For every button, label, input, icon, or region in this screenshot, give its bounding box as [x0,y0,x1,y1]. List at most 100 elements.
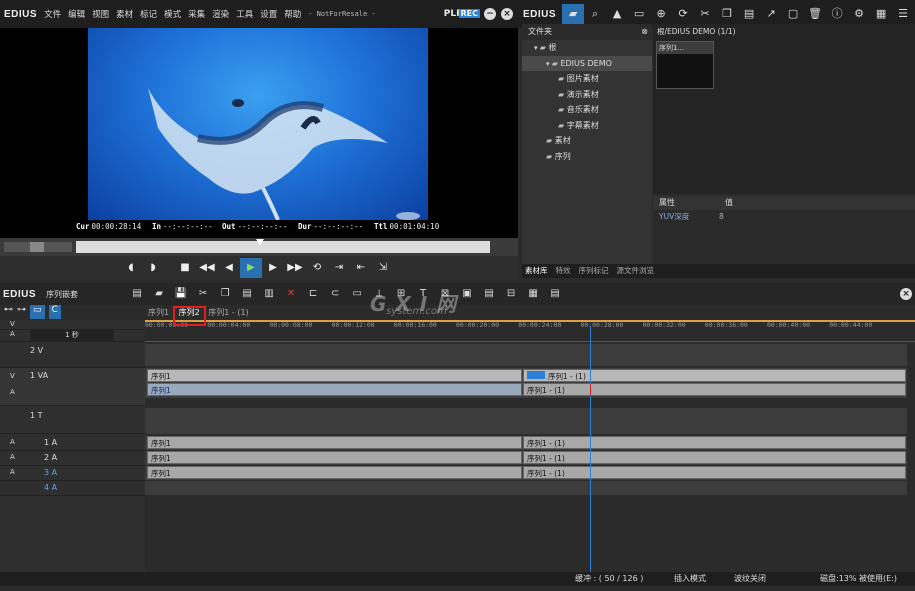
delete-icon[interactable]: 🗑 [804,4,826,24]
va-video-clip-left[interactable]: 序列1 [147,369,522,382]
link-icon[interactable]: ⊂ [324,285,346,303]
export-icon[interactable]: ⇲ [372,258,394,278]
set-out-icon[interactable]: ◗ [142,258,164,278]
marker-icon[interactable]: ▤ [478,285,500,303]
search-icon[interactable]: ⌕ [584,4,606,24]
menu-tools[interactable]: 工具 [236,8,253,20]
open-folder-icon[interactable]: ▭ [628,4,650,24]
playhead[interactable] [590,326,591,572]
menu-view[interactable]: 视图 [92,8,109,20]
tab-sequence1[interactable]: 序列1 [148,308,169,317]
track-t1[interactable] [145,408,907,434]
track-a2[interactable]: 序列1 序列1 - (1) [145,451,907,465]
sequence-clip-thumb[interactable]: 序列1... [656,41,714,89]
folder-item[interactable]: ▰ 序列 [522,149,652,165]
sync-icon[interactable]: ⊟ [500,285,522,303]
a1-clip-left[interactable]: 序列1 [147,436,522,449]
refresh-icon[interactable]: ⟳ [672,4,694,24]
tab-sequence1-1[interactable]: 序列1 - (1) [208,308,248,317]
menu-render[interactable]: 渲染 [212,8,229,20]
folder-item[interactable]: ▾ ▰ 根 [522,40,652,56]
fast-forward-icon[interactable]: ▶▶ [284,258,306,278]
va-audio-clip-right[interactable]: 序列1 - (1) [523,383,906,396]
a3-clip-right[interactable]: 序列1 - (1) [523,466,906,479]
open-project-icon[interactable]: ▰ [148,285,170,303]
menu-mode[interactable]: 模式 [164,8,181,20]
render-icon[interactable]: ▣ [456,285,478,303]
delete-x-icon[interactable]: ✕ [280,285,302,303]
new-sequence-icon[interactable]: ▤ [126,285,148,303]
insert-icon[interactable]: ⇥ [328,258,350,278]
track-a4[interactable] [145,481,907,495]
mode-b-icon[interactable]: ⊶ [17,305,26,319]
va-audio-clip-left[interactable]: 序列1 [147,383,522,396]
copy-icon[interactable]: ❐ [716,4,738,24]
a2-clip-right[interactable]: 序列1 - (1) [523,451,906,464]
minimize-icon[interactable]: − [484,8,496,20]
a2-clip-left[interactable]: 序列1 [147,451,522,464]
add-clip-icon[interactable]: ⊕ [650,4,672,24]
position-bar[interactable] [76,241,490,253]
va-video-clip-right[interactable]: 序列1 - (1) [523,369,906,382]
menu-file[interactable]: 文件 [44,8,61,20]
menu-help[interactable]: 帮助 [284,8,301,20]
send-icon[interactable]: ↗ [760,4,782,24]
folder-item[interactable]: ▾ ▰ EDIUS DEMO [522,55,652,71]
close-folder-icon[interactable]: ⊗ [641,24,648,40]
tab-source-browser[interactable]: 源文件浏览 [617,264,655,278]
save-icon[interactable]: 💾 [170,285,192,303]
insert-mode-status[interactable]: 插入模式 [674,572,706,586]
close-icon[interactable]: × [501,8,513,20]
player-icon[interactable]: ▢ [782,4,804,24]
ripple-status[interactable]: 波纹关闭 [734,572,766,586]
view-mode-icon[interactable]: ▦ [870,4,892,24]
menu-capture[interactable]: 采集 [188,8,205,20]
paste-attr-icon[interactable]: ▥ [258,285,280,303]
play-icon[interactable]: ▶ [240,258,262,278]
mode-a-icon[interactable]: ⊷ [4,305,13,319]
timeline-scale-select[interactable]: 1 秒 [30,330,114,341]
track-a1[interactable]: 序列1 序列1 - (1) [145,436,907,450]
timeline-close-icon[interactable]: × [900,288,912,300]
track-a3[interactable]: 序列1 序列1 - (1) [145,466,907,480]
up-icon[interactable]: ▲ [606,4,628,24]
menu-settings[interactable]: 设置 [260,8,277,20]
bin-menu-icon[interactable]: ☰ [892,4,914,24]
tab-sequence-markers[interactable]: 序列标记 [579,264,609,278]
loop-icon[interactable]: ⟲ [306,258,328,278]
rewind-icon[interactable]: ◀◀ [196,258,218,278]
bin-settings-icon[interactable]: ⚙ [848,4,870,24]
stop-icon[interactable]: ■ [174,258,196,278]
scrub-bar[interactable] [0,238,518,256]
position-marker-icon[interactable] [256,239,264,245]
set-in-icon[interactable]: ◖ [120,258,142,278]
tab-effects[interactable]: 特效 [556,264,571,278]
folder-item[interactable]: ▰ 演示素材 [522,87,652,103]
shuttle-knob[interactable] [30,242,44,252]
folder-item[interactable]: ▰ 素材 [522,133,652,149]
group-icon[interactable]: ▭ [346,285,368,303]
settings-timeline-icon[interactable]: ▤ [544,285,566,303]
track-v2[interactable] [145,344,907,366]
properties-icon[interactable]: ⓘ [826,4,848,24]
timeline-paste-icon[interactable]: ▤ [236,285,258,303]
menu-marker[interactable]: 标记 [140,8,157,20]
mode-c-icon[interactable]: ▭ [30,305,45,319]
folder-icon[interactable]: ▰ [562,4,585,24]
menu-clip[interactable]: 素材 [116,8,133,20]
menu-edit[interactable]: 编辑 [68,8,85,20]
paste-icon[interactable]: ▤ [738,4,760,24]
a1-clip-right[interactable]: 序列1 - (1) [523,436,906,449]
step-back-icon[interactable]: ◀ [218,258,240,278]
folder-item[interactable]: ▰ 图片素材 [522,71,652,87]
track-va1[interactable]: 序列1 序列1 - (1) 序列1 序列1 - (1) [145,368,907,398]
export-timeline-icon[interactable]: ▦ [522,285,544,303]
timeline-copy-icon[interactable]: ❐ [214,285,236,303]
trim-icon[interactable]: ⊏ [302,285,324,303]
folder-item[interactable]: ▰ 音乐素材 [522,102,652,118]
timeline-ruler[interactable]: 00:00:00:00 00:00:04:00 00:00:08:00 00:00:1… [145,320,915,342]
tab-bin[interactable]: 素材库 [525,264,548,278]
rec-label[interactable]: REC [458,9,480,18]
overwrite-icon[interactable]: ⇤ [350,258,372,278]
step-forward-icon[interactable]: ▶ [262,258,284,278]
